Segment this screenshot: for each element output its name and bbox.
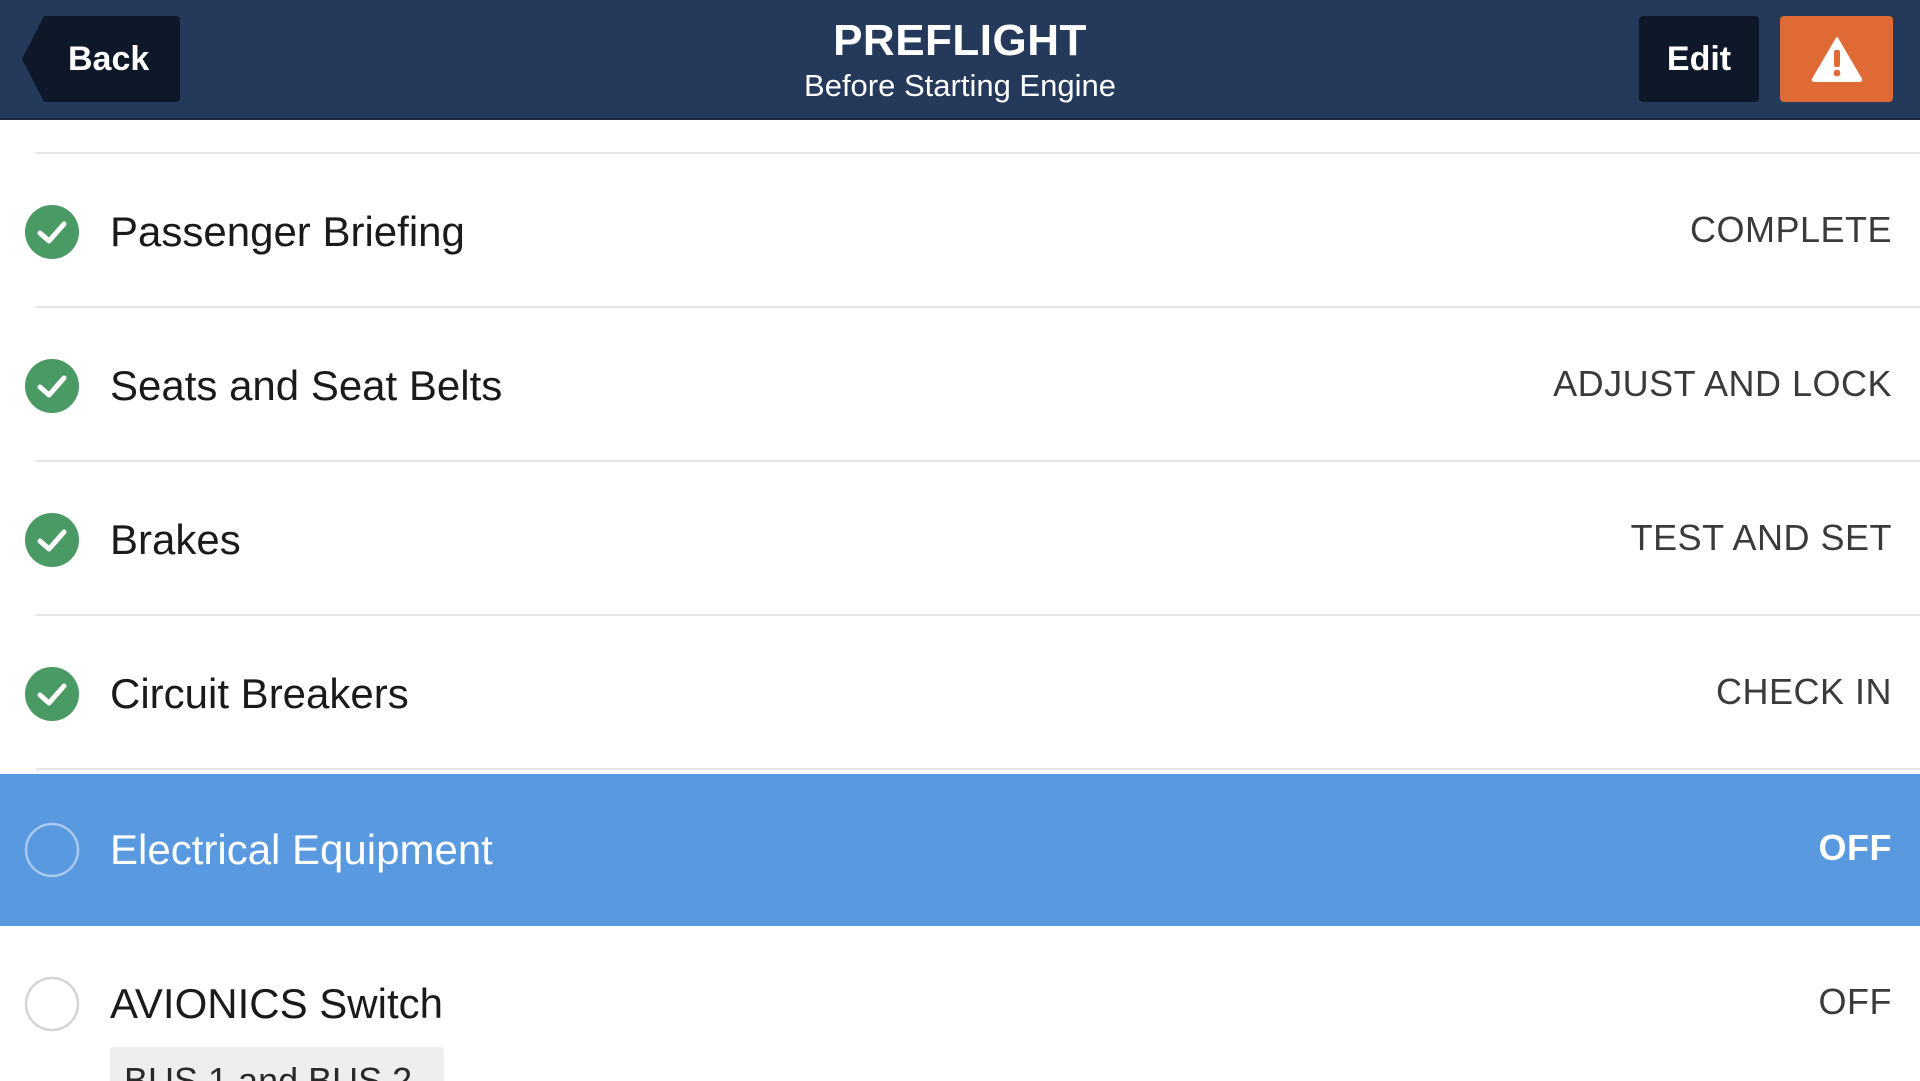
item-value: ADJUST AND LOCK bbox=[1553, 363, 1892, 404]
row-divider bbox=[36, 460, 1920, 462]
row-divider bbox=[36, 768, 1920, 770]
checked-circle-icon[interactable] bbox=[24, 666, 80, 722]
item-value: OFF bbox=[1818, 827, 1892, 868]
item-note-text: BUS 1 and BUS 2 bbox=[124, 1060, 413, 1081]
title-block: PREFLIGHT Before Starting Engine bbox=[560, 16, 1360, 106]
checklist-row-brakes[interactable]: Brakes TEST AND SET bbox=[0, 464, 1920, 616]
checklist-row-passenger-briefing[interactable]: Passenger Briefing COMPLETE bbox=[0, 156, 1920, 308]
item-label: Passenger Briefing bbox=[110, 208, 465, 255]
edit-button[interactable]: Edit bbox=[1639, 16, 1759, 102]
item-value: TEST AND SET bbox=[1630, 517, 1892, 558]
checklist-screen: Back PREFLIGHT Before Starting Engine Ed… bbox=[0, 0, 1920, 1081]
page-title: PREFLIGHT bbox=[833, 16, 1087, 65]
checked-circle-icon[interactable] bbox=[24, 512, 80, 568]
item-value: OFF bbox=[1818, 981, 1892, 1022]
item-label: Brakes bbox=[110, 516, 241, 563]
header-bar: Back PREFLIGHT Before Starting Engine Ed… bbox=[0, 0, 1920, 120]
item-label: AVIONICS Switch bbox=[110, 980, 443, 1027]
row-divider bbox=[36, 614, 1920, 616]
checklist-row-electrical-equipment[interactable]: Electrical Equipment OFF bbox=[0, 774, 1920, 926]
checklist-row-seats-and-seat-belts[interactable]: Seats and Seat Belts ADJUST AND LOCK bbox=[0, 310, 1920, 462]
alert-button[interactable] bbox=[1780, 16, 1893, 102]
page-subtitle: Before Starting Engine bbox=[804, 68, 1116, 103]
checked-circle-icon[interactable] bbox=[24, 204, 80, 260]
item-label: Circuit Breakers bbox=[110, 670, 409, 717]
row-divider bbox=[36, 306, 1920, 308]
checked-circle-icon[interactable] bbox=[24, 358, 80, 414]
item-value: COMPLETE bbox=[1689, 209, 1892, 250]
item-label: Electrical Equipment bbox=[110, 826, 493, 873]
checklist-row-circuit-breakers[interactable]: Circuit Breakers CHECK IN bbox=[0, 618, 1920, 770]
back-label: Back bbox=[68, 40, 150, 78]
warning-triangle-icon bbox=[1811, 37, 1863, 82]
item-label: Seats and Seat Belts bbox=[110, 362, 503, 409]
back-button[interactable]: Back bbox=[22, 16, 180, 102]
item-note-chip: BUS 1 and BUS 2 bbox=[110, 1047, 444, 1081]
item-value: CHECK IN bbox=[1715, 671, 1892, 712]
list-top-divider bbox=[36, 152, 1920, 154]
unchecked-circle-icon[interactable] bbox=[24, 976, 80, 1032]
unchecked-circle-icon[interactable] bbox=[24, 822, 80, 878]
